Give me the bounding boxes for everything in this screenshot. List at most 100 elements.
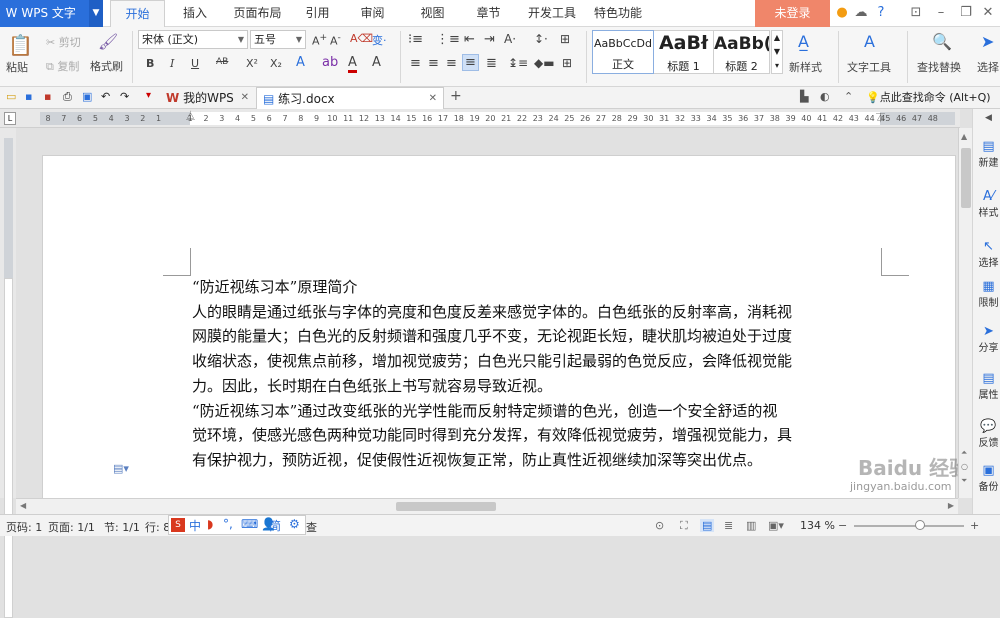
tab-chapter[interactable]: 章节 [466, 0, 511, 27]
side-backup[interactable]: ▣ 备份 [976, 463, 1000, 493]
tab-home[interactable]: 开始 [110, 0, 165, 27]
style-normal[interactable]: AaBbCcDd 正文 [592, 30, 654, 74]
line-spacing-icon[interactable]: ↨≡ [508, 56, 528, 70]
select-browse-icon[interactable]: ○ [961, 462, 968, 471]
side-new[interactable]: ▤ 新建 [976, 139, 1000, 169]
underline-button[interactable]: U [191, 57, 199, 70]
tab-references[interactable]: 引用 [295, 0, 340, 27]
side-properties[interactable]: ▤ 属性 [976, 371, 1000, 401]
restore-icon[interactable]: ❐ [958, 5, 974, 21]
show-marks-icon[interactable]: ⊞ [560, 32, 570, 46]
tab-stop-selector[interactable]: L [4, 112, 16, 125]
minimize-icon[interactable]: – [933, 5, 949, 21]
paragraph-handle-icon[interactable]: ▤▾ [113, 462, 129, 475]
status-pages[interactable]: 页面: 1/1 [48, 519, 95, 535]
ime-simplified[interactable]: 简 [269, 517, 281, 534]
document-body[interactable]: “防近视练习本”原理简介 人的眼睛是通过纸张与字体的亮度和色度反差来感觉字体的。… [192, 275, 882, 473]
tab-special[interactable]: 特色功能 [588, 0, 648, 27]
prev-page-icon[interactable]: ⏶ [961, 448, 967, 458]
collapse-ribbon-icon[interactable]: ⌃ [844, 90, 853, 103]
grow-font-icon[interactable]: A+ [312, 32, 327, 48]
bold-button[interactable]: B [146, 57, 154, 70]
paste-button[interactable]: 粘贴 [6, 59, 28, 75]
zoom-slider-thumb[interactable] [915, 520, 925, 530]
pinyin-icon[interactable]: 变· [372, 32, 387, 48]
scroll-thumb[interactable] [961, 148, 971, 208]
copy-button[interactable]: 复制 [57, 60, 79, 73]
bullet-list-icon[interactable]: ⁝≡ [408, 32, 423, 47]
redo-icon[interactable]: ↷ [120, 90, 129, 103]
find-replace-button[interactable]: 查找替换 [917, 59, 961, 75]
scroll-up-icon[interactable]: ▲ [961, 132, 967, 141]
scroll-left-icon[interactable]: ◀ [20, 501, 26, 510]
font-name-select[interactable]: 宋体 (正文) ▼ [138, 30, 248, 49]
zoom-slider[interactable] [854, 525, 964, 527]
horizontal-ruler[interactable]: L 8 7 6 5 4 3 2 1 1 2 3 4 5 6 7 8 9 10 11 12 13 14 15 16 17 18 19 2… [0, 109, 960, 128]
align-left-icon[interactable]: ≡ [410, 56, 421, 71]
save-icon[interactable]: ▪ [25, 90, 32, 103]
settings-gear-icon[interactable]: ⚙ [289, 517, 300, 531]
next-page-icon[interactable]: ⏷ [961, 476, 967, 486]
fullscreen-icon[interactable]: ⛶ [680, 519, 688, 533]
side-style[interactable]: A⁄ 样式 [976, 189, 1000, 219]
close-icon[interactable]: ✕ [980, 5, 996, 21]
app-menu-button[interactable]: Ꮃ WPS 文字 ▼ [0, 0, 103, 27]
decrease-indent-icon[interactable]: ⇤ [464, 32, 475, 47]
scroll-thumb[interactable] [396, 502, 496, 511]
text-tools-button[interactable]: 文字工具 [847, 59, 891, 75]
side-restrict[interactable]: ▦ 限制 [976, 279, 1000, 309]
status-check[interactable]: 查 [306, 519, 317, 535]
customize-qat-icon[interactable]: ▾ [146, 90, 151, 101]
side-feedback[interactable]: 💬 反馈 [976, 419, 1000, 449]
print-preview-icon[interactable]: ▣ [82, 90, 92, 103]
italic-button[interactable]: I [170, 57, 174, 70]
ime-toolbar[interactable]: S 中 ◗ °, ⌨ 👤 简 ⚙ [168, 515, 306, 535]
vertical-ruler[interactable] [0, 128, 16, 618]
style-gallery-scroll[interactable]: ▲ ▼ ▾ [771, 30, 783, 74]
select-button[interactable]: 选择 [977, 59, 999, 75]
tab-developer[interactable]: 开发工具 [522, 0, 582, 27]
cloud-icon[interactable]: ☁ [853, 5, 869, 21]
highlight-icon[interactable]: ab [322, 55, 338, 70]
right-indent-marker[interactable]: ⏄ [876, 111, 885, 124]
punctuation-icon[interactable]: °, [223, 517, 233, 531]
horizontal-scrollbar[interactable]: ◀ ▶ [16, 498, 958, 514]
tab-layout-icon[interactable]: ▙ [800, 90, 808, 103]
ime-lang[interactable]: 中 [189, 517, 201, 534]
keyboard-icon[interactable]: ⌨ [241, 517, 258, 531]
new-style-button[interactable]: 新样式 [789, 59, 822, 75]
tab-document[interactable]: ▤ 练习.docx ✕ [256, 87, 444, 109]
shrink-font-icon[interactable]: A- [330, 32, 341, 48]
page-view-icon[interactable]: ▤ [700, 519, 715, 532]
half-width-icon[interactable]: ◗ [207, 517, 213, 531]
login-button[interactable]: 未登录 [755, 0, 830, 27]
tab-insert[interactable]: 插入 [170, 0, 220, 27]
distribute-icon[interactable]: ≣ [486, 56, 497, 71]
reading-view-icon[interactable]: ▣▾ [768, 519, 784, 532]
help-icon[interactable]: ? [873, 5, 889, 21]
zoom-in-icon[interactable]: + [970, 519, 979, 532]
align-center-icon[interactable]: ≡ [428, 56, 439, 71]
tab-page-layout[interactable]: 页面布局 [225, 0, 290, 27]
char-shading-icon[interactable]: A [372, 55, 381, 70]
strikethrough-button[interactable]: AB [216, 57, 228, 67]
status-section[interactable]: 节: 1/1 [104, 519, 140, 535]
style-heading2[interactable]: AaBb( 标题 2 [714, 30, 770, 74]
side-select[interactable]: ↖ 选择 [976, 239, 1000, 269]
font-size-select[interactable]: 五号 ▼ [250, 30, 306, 49]
tab-view[interactable]: 视图 [410, 0, 455, 27]
print-icon[interactable]: ⎙ [63, 90, 72, 104]
paste-icon[interactable]: 📋 [8, 33, 33, 57]
superscript-button[interactable]: X² [246, 57, 258, 70]
sort-icon[interactable]: ↕· [534, 32, 548, 46]
text-effect-icon[interactable]: A [296, 55, 305, 70]
web-view-icon[interactable]: ▥ [746, 519, 756, 532]
revision-icon[interactable]: ⊙ [655, 519, 664, 532]
zoom-level[interactable]: 134 % [800, 519, 835, 532]
status-row[interactable]: 行: 8 [145, 519, 170, 535]
close-icon[interactable]: ✕ [429, 88, 437, 110]
font-color-icon[interactable]: A [348, 55, 357, 73]
export-pdf-icon[interactable]: ▪ [44, 90, 51, 103]
vertical-scrollbar[interactable]: ▲ ⏶ ○ ⏷ [958, 128, 972, 498]
number-list-icon[interactable]: ⋮≡ [436, 32, 460, 47]
